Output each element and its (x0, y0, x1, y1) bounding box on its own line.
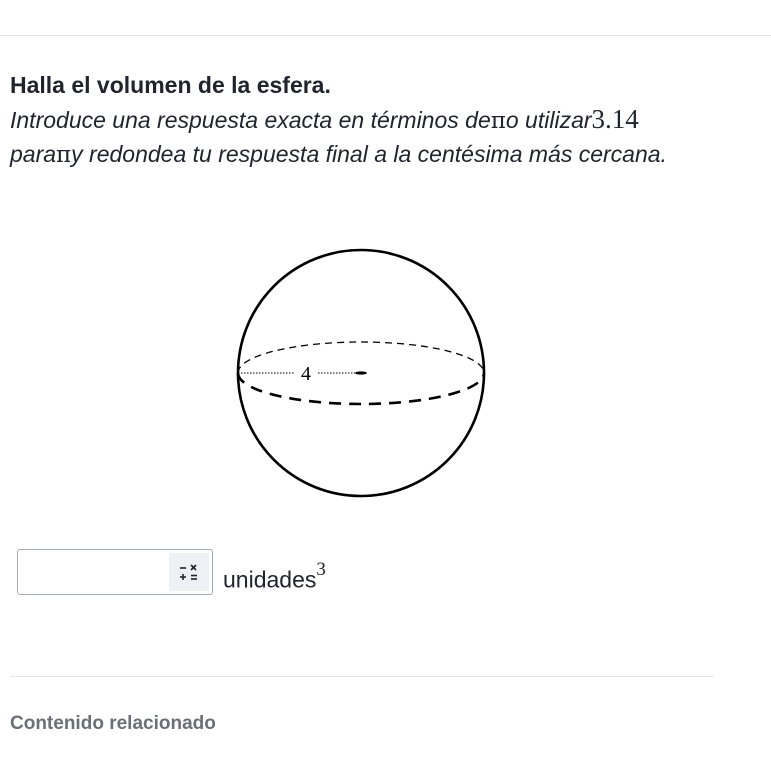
top-divider (0, 35, 771, 36)
answer-field[interactable] (17, 549, 213, 595)
answer-input[interactable] (22, 554, 172, 590)
pi-symbol: π (490, 108, 506, 134)
units-text: unidades (223, 566, 317, 593)
pi-symbol-2: π (56, 142, 72, 168)
instruction-text-1: Introduce una respuesta exacta en términ… (10, 107, 491, 133)
units-label: unidades3 (223, 559, 326, 595)
question-instructions: Introduce una respuesta exacta en términ… (10, 103, 730, 172)
instruction-text-3: para (10, 141, 57, 167)
equator-back-arc (237, 341, 485, 374)
related-content-heading: Contenido relacionado (10, 713, 216, 734)
question-title: Halla el volumen de la esfera. (10, 72, 331, 98)
instruction-text-4: y redondea tu respuesta final a la centé… (71, 141, 667, 167)
math-keypad-icon (180, 564, 197, 580)
sphere-figure: 4 (236, 248, 486, 498)
bottom-divider (10, 676, 714, 677)
units-exponent: 3 (316, 559, 326, 581)
instruction-text-2: o utilizar (505, 107, 592, 133)
radius-label: 4 (301, 363, 311, 385)
answer-row: unidades3 (17, 549, 326, 595)
pi-approximation: 3.14 (591, 104, 639, 134)
math-keypad-button[interactable] (169, 553, 209, 591)
exercise-page: Halla el volumen de la esfera. Introduce… (0, 0, 771, 758)
center-point (355, 371, 367, 375)
equator-front-arc (236, 372, 486, 406)
